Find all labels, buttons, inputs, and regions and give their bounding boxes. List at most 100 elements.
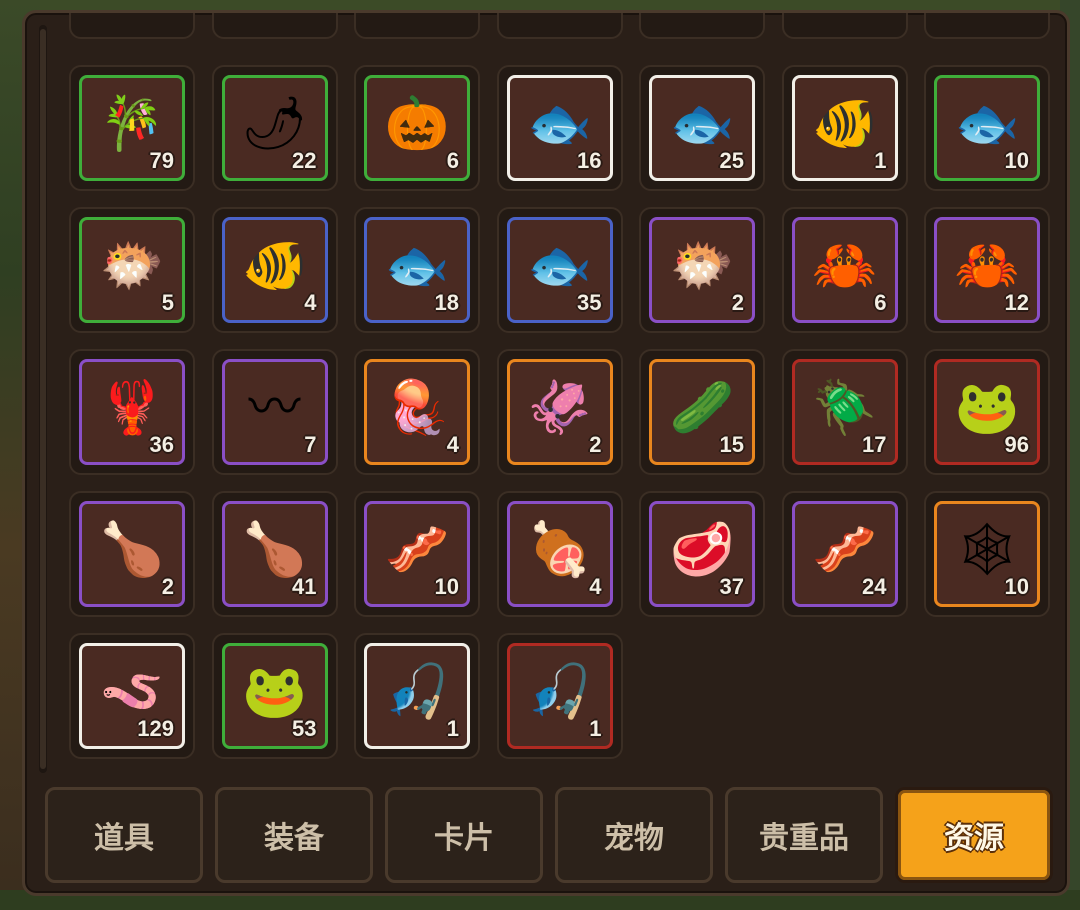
- anglerfish-icon: 🐡: [669, 236, 735, 296]
- inventory-slot[interactable]: 〰 7: [211, 349, 338, 475]
- red-snapper-icon: 🐠: [242, 236, 307, 296]
- item-count: 18: [434, 290, 459, 315]
- inventory-slot[interactable]: 🐡 5: [69, 207, 195, 333]
- item-count: 7: [304, 432, 317, 457]
- item-count: 41: [292, 574, 317, 599]
- inventory-slot[interactable]: 🥓 24: [781, 491, 908, 617]
- chili-pepper-icon: 🌶: [241, 94, 308, 154]
- inventory-slot[interactable]: 🦀 6: [781, 207, 908, 333]
- steak-icon: 🥩: [669, 520, 735, 580]
- tab-pets[interactable]: 宠物: [555, 787, 713, 883]
- slot-frame: 🪲 17: [791, 359, 898, 465]
- tab-equipment[interactable]: 装备: [215, 787, 373, 883]
- item-count: 1: [874, 148, 887, 173]
- slot-frame: 〰 7: [221, 359, 328, 465]
- inventory-slot[interactable]: 🐟 25: [639, 65, 765, 191]
- item-count: 10: [1004, 574, 1029, 599]
- inventory-slot[interactable]: 🎃 6: [354, 65, 480, 191]
- item-count: 16: [577, 148, 602, 173]
- inventory-slot[interactable]: 🥒 15: [639, 349, 765, 475]
- inventory-slot-partial[interactable]: [354, 13, 480, 39]
- item-count: 129: [137, 716, 174, 741]
- item-count: 2: [161, 574, 174, 599]
- slot-frame: 🥓 10: [364, 501, 470, 607]
- inventory-slot[interactable]: 🐠 1: [781, 65, 908, 191]
- inventory-slot[interactable]: 🎋 79: [69, 65, 195, 191]
- inventory-slot[interactable]: 🥩 37: [639, 491, 765, 617]
- tab-valuables[interactable]: 贵重品: [725, 787, 883, 883]
- inventory-slot[interactable]: 🎣 1: [354, 633, 480, 759]
- inventory-slot[interactable]: 🐟 16: [496, 65, 623, 191]
- scrollbar[interactable]: [39, 25, 47, 773]
- inventory-slot-partial[interactable]: [496, 13, 623, 39]
- previous-row-partial: [63, 13, 1063, 43]
- slot-frame: 🕸 10: [934, 501, 1040, 607]
- roast-chicken-icon: 🍗: [242, 520, 307, 580]
- item-count: 24: [862, 574, 887, 599]
- tab-cards[interactable]: 卡片: [385, 787, 543, 883]
- inventory-slot[interactable]: 🦀 12: [924, 207, 1050, 333]
- inventory-slot[interactable]: 🎣 1: [496, 633, 623, 759]
- item-count: 2: [731, 290, 744, 315]
- slot-frame: 🐸 96: [934, 359, 1040, 465]
- inventory-slot[interactable]: 🌶 22: [211, 65, 338, 191]
- item-count: 10: [434, 574, 459, 599]
- inventory-slot[interactable]: 🐠 4: [211, 207, 338, 333]
- inventory-slot-partial[interactable]: [211, 13, 338, 39]
- inventory-slot[interactable]: 🐟 10: [924, 65, 1050, 191]
- eel-icon: 〰: [248, 378, 301, 438]
- lobster-icon: 🦞: [99, 378, 165, 438]
- inventory-slot[interactable]: 🍗 2: [69, 491, 195, 617]
- scrollbar-thumb[interactable]: [40, 29, 46, 769]
- slot-frame: 🐸 53: [221, 643, 328, 749]
- slot-frame: 🌶 22: [221, 75, 328, 181]
- inventory-slot-partial[interactable]: [69, 13, 195, 39]
- inventory-slot[interactable]: 🐟 35: [496, 207, 623, 333]
- item-count: 6: [874, 290, 887, 315]
- tab-resources[interactable]: 资源: [895, 787, 1053, 883]
- slot-frame: 🍖 4: [506, 501, 613, 607]
- slot-frame: 🐟 16: [506, 75, 613, 181]
- inventory-panel: 🎋 79 🌶 22 🎃 6 🐟 16 🐟 25 🐠 1 🐟 10 🐡 5 🐠 4 🐟 18 🐟 35 🐡 2 🦀 6 🦀 12 🦞 36 〰…: [22, 10, 1070, 896]
- slot-frame: 🪼 4: [364, 359, 470, 465]
- inventory-slot[interactable]: 🪲 17: [781, 349, 908, 475]
- swordfish-icon: 🐟: [384, 236, 450, 296]
- slot-frame: 🎣 1: [506, 643, 613, 749]
- slot-frame: 🎃 6: [364, 75, 470, 181]
- sugarcane-icon: 🎋: [99, 94, 165, 154]
- sea-cucumber-icon: 🥒: [669, 378, 735, 438]
- slot-frame: 🐠 1: [791, 75, 898, 181]
- inventory-slot-partial[interactable]: [781, 13, 908, 39]
- frog-creature-icon: 🐸: [954, 378, 1020, 438]
- yellow-fish-icon: 🐠: [812, 94, 877, 154]
- inventory-slot[interactable]: 🪱 129: [69, 633, 195, 759]
- fishing-net-icon: 🕸: [953, 520, 1021, 580]
- king-crab-icon: 🦀: [954, 236, 1020, 296]
- inventory-slot[interactable]: 🐡 2: [639, 207, 765, 333]
- inventory-slot-partial[interactable]: [924, 13, 1050, 39]
- pumpkin-icon: 🎃: [384, 94, 450, 154]
- item-count: 96: [1004, 432, 1029, 457]
- tab-items[interactable]: 道具: [45, 787, 203, 883]
- bacon-icon: 🥓: [384, 520, 450, 580]
- slot-frame: 🥩 37: [649, 501, 755, 607]
- slot-frame: 🪱 129: [79, 643, 185, 749]
- inventory-slot[interactable]: 🕸 10: [924, 491, 1050, 617]
- inventory-slot[interactable]: 🐸 53: [211, 633, 338, 759]
- slot-frame: 🥓 24: [791, 501, 898, 607]
- inventory-slot[interactable]: 🐸 96: [924, 349, 1050, 475]
- inventory-slot[interactable]: 🥓 10: [354, 491, 480, 617]
- inventory-slot[interactable]: 🦞 36: [69, 349, 195, 475]
- inventory-slot[interactable]: 🐟 18: [354, 207, 480, 333]
- item-count: 10: [1004, 148, 1029, 173]
- ham-icon: 🍖: [527, 520, 592, 580]
- slot-frame: 🐡 5: [79, 217, 185, 323]
- inventory-slot[interactable]: 🪼 4: [354, 349, 480, 475]
- inventory-slot[interactable]: 🦑 2: [496, 349, 623, 475]
- slot-frame: 🎋 79: [79, 75, 185, 181]
- inventory-slot[interactable]: 🍖 4: [496, 491, 623, 617]
- item-count: 1: [589, 716, 602, 741]
- meat-strips-icon: 🥓: [812, 520, 877, 580]
- inventory-slot-partial[interactable]: [639, 13, 765, 39]
- inventory-slot[interactable]: 🍗 41: [211, 491, 338, 617]
